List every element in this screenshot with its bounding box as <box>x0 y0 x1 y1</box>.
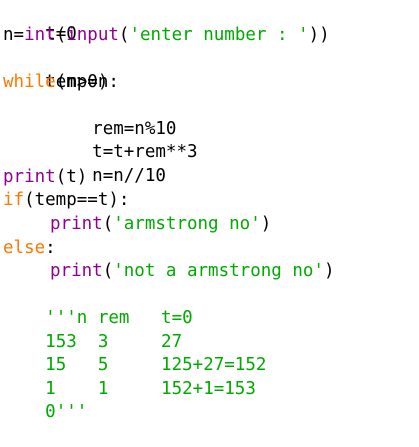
builtin-token: print <box>3 167 56 187</box>
code-token: n=n//10 <box>92 166 166 186</box>
code-line-15: 15 5 125+27=152 <box>3 331 266 375</box>
code-token: (temp==t): <box>24 190 130 210</box>
string-token: 'armstrong no' <box>113 214 261 234</box>
code-token: ( <box>55 25 67 45</box>
code-token: ) <box>260 214 272 234</box>
code-line-12: print('not a armstrong no') <box>3 260 335 283</box>
code-token: ( <box>102 261 114 281</box>
keyword-token: else <box>3 238 46 258</box>
code-token: ( <box>102 214 114 234</box>
code-line-10: print('armstrong no') <box>3 213 271 236</box>
code-line-1: t=0 <box>3 0 77 44</box>
string-token: 'enter number : ' <box>129 25 309 45</box>
code-token: : <box>45 238 56 258</box>
code-line-8: print(t) <box>3 166 87 189</box>
keyword-token: if <box>3 190 25 210</box>
string-token: 'not a armstrong no' <box>113 261 324 281</box>
code-token: n= <box>3 25 25 45</box>
code-token: ( <box>118 25 130 45</box>
code-line-2: n=int(input('enter number : ')) <box>3 24 330 47</box>
code-line-4: while(n>0): <box>3 71 119 94</box>
builtin-token: int <box>24 25 56 45</box>
code-token: (t) <box>55 167 88 187</box>
builtin-token: print <box>50 261 103 281</box>
code-line-7: n=n//10 <box>3 142 166 186</box>
builtin-token: print <box>50 214 103 234</box>
builtin-token: input <box>66 25 119 45</box>
code-token: (n>0): <box>55 72 119 92</box>
code-editor[interactable]: t=0 n=int(input('enter number : ')) temp… <box>0 0 419 422</box>
code-line-6: t=t+rem**3 <box>3 118 197 162</box>
code-line-13: '''n rem t=0 <box>3 284 193 328</box>
code-line-14: 153 3 27 <box>3 308 182 352</box>
code-line-11: else: <box>3 237 56 260</box>
code-line-9: if(temp==t): <box>3 189 129 212</box>
code-token: ) <box>323 261 335 281</box>
docstring-token: 0''' <box>45 402 88 422</box>
keyword-token: while <box>3 72 56 92</box>
code-line-17: 0''' <box>3 378 87 422</box>
code-line-3: temp=n <box>3 48 108 92</box>
code-line-5: rem=n%10 <box>3 95 176 139</box>
code-token: )) <box>308 25 330 45</box>
code-line-16: 1 1 152+1=153 <box>3 355 256 399</box>
